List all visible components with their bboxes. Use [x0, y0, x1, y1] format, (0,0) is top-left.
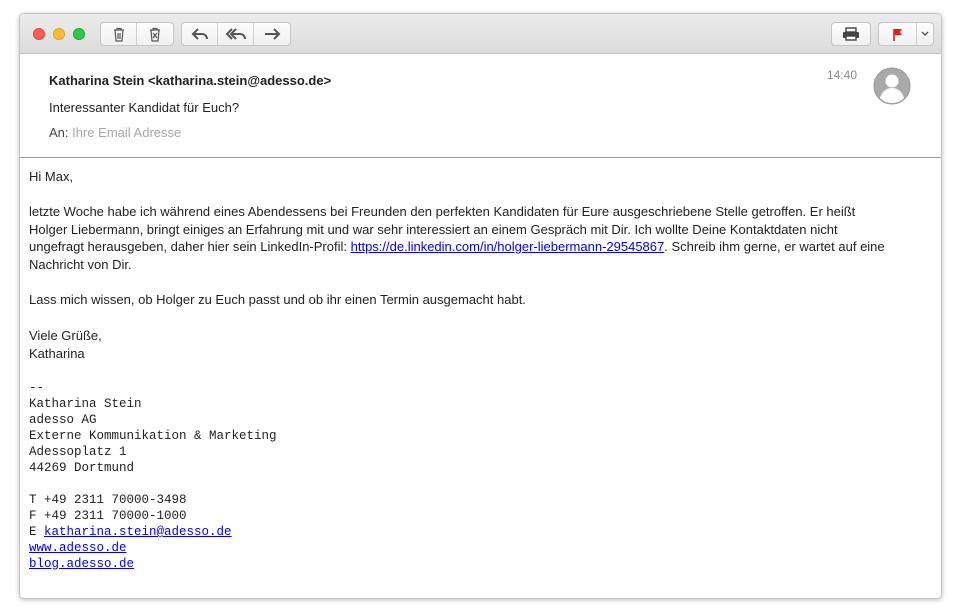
forward-button[interactable]: [254, 23, 290, 45]
recipient: An: Ihre Email Adresse: [49, 125, 181, 140]
signature-phone: T +49 2311 70000-3498: [29, 493, 187, 507]
signature-website-line: www.adesso.de: [29, 540, 277, 556]
body-paragraph: letzte Woche habe ich während eines Aben…: [29, 203, 889, 273]
signature-company: adesso AG: [29, 413, 97, 427]
minimize-window-button[interactable]: [53, 28, 65, 40]
print-icon: [842, 27, 860, 41]
timestamp: 14:40: [827, 68, 858, 82]
toolbar: [20, 14, 941, 54]
person-icon: [873, 67, 911, 105]
zoom-window-button[interactable]: [73, 28, 85, 40]
signature-email-link[interactable]: katharina.stein@adesso.de: [44, 525, 232, 539]
recipient-address[interactable]: Ihre Email Adresse: [72, 125, 181, 140]
junk-icon: [148, 27, 162, 42]
forward-icon: [263, 27, 281, 41]
signature-department: Externe Kommunikation & Marketing: [29, 429, 277, 443]
signature: -- Katharina Stein adesso AG Externe Kom…: [29, 380, 277, 572]
flag-icon: [892, 28, 904, 41]
signature-name: Katharina Stein: [29, 397, 142, 411]
signature-website-link[interactable]: www.adesso.de: [29, 541, 127, 555]
close-window-button[interactable]: [33, 28, 45, 40]
avatar[interactable]: [873, 67, 911, 105]
flag-button[interactable]: [879, 23, 917, 45]
subject: Interessanter Kandidat für Euch?: [49, 100, 240, 115]
reply-all-icon: [225, 27, 247, 41]
signature-fax: F +49 2311 70000-1000: [29, 509, 187, 523]
print-group: [831, 22, 871, 46]
flag-menu-button[interactable]: [917, 23, 933, 45]
delete-group: [100, 22, 174, 46]
signature-email-prefix: E: [29, 525, 45, 539]
print-button[interactable]: [832, 23, 870, 45]
closing: Viele Grüße,: [29, 328, 102, 343]
recipient-label: An:: [49, 125, 69, 140]
message-header: Katharina Stein <katharina.stein@adesso.…: [20, 54, 941, 158]
body-paragraph: Lass mich wissen, ob Holger zu Euch pass…: [29, 292, 526, 307]
reply-group: [181, 22, 291, 46]
reply-button[interactable]: [182, 23, 218, 45]
flag-group: [878, 22, 934, 46]
signature-blog-link[interactable]: blog.adesso.de: [29, 557, 134, 571]
delete-button[interactable]: [101, 23, 137, 45]
reply-all-button[interactable]: [218, 23, 254, 45]
reply-icon: [191, 27, 209, 41]
linkedin-link[interactable]: https://de.linkedin.com/in/holger-lieber…: [351, 239, 665, 254]
chevron-down-icon: [921, 31, 929, 37]
sender[interactable]: Katharina Stein <katharina.stein@adesso.…: [49, 73, 331, 88]
signature-blog-line: blog.adesso.de: [29, 556, 277, 572]
trash-icon: [112, 27, 126, 42]
sender-name: Katharina: [29, 346, 85, 361]
signature-separator: --: [29, 381, 45, 395]
signature-street: Adessoplatz 1: [29, 445, 127, 459]
greeting: Hi Max,: [29, 169, 74, 184]
signature-email-line: E katharina.stein@adesso.de: [29, 524, 277, 540]
signature-city: 44269 Dortmund: [29, 461, 135, 475]
junk-button[interactable]: [137, 23, 173, 45]
signature-spacer: [29, 476, 277, 492]
